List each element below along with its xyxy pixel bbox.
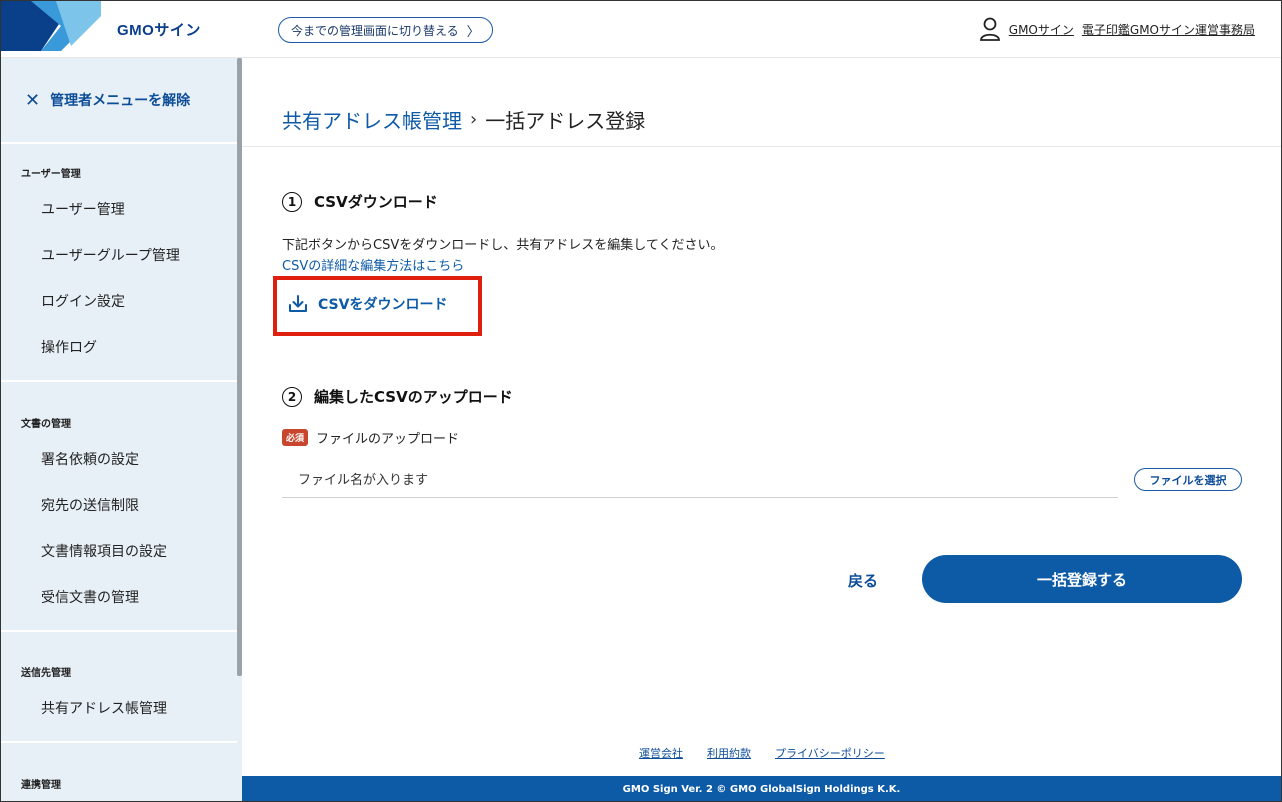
sidebar-section-integration: 連携管理 xyxy=(1,769,237,797)
footer-link-privacy[interactable]: プライバシーポリシー xyxy=(775,745,885,761)
sidebar-section-document: 文書の管理 署名依頼の設定 宛先の送信制限 文書情報項目の設定 受信文書の管理 xyxy=(1,408,237,632)
sidebar-heading: ユーザー管理 xyxy=(21,168,81,180)
close-admin-menu-label: 管理者メニューを解除 xyxy=(50,93,191,109)
sidebar-item-operation-log[interactable]: 操作ログ xyxy=(1,324,237,370)
divider xyxy=(242,146,1281,147)
chevron-right-icon: › xyxy=(470,109,478,130)
gmo-logo-mark xyxy=(1,1,101,51)
breadcrumb: 共有アドレス帳管理 › 一括アドレス登録 xyxy=(282,105,645,134)
step-number-badge: 2 xyxy=(282,386,302,407)
step1-description: 下記ボタンからCSVをダウンロードし、共有アドレスを編集してください。 xyxy=(282,238,724,253)
sidebar-heading: 連携管理 xyxy=(21,779,61,791)
sidebar-item-recipient-restrictions[interactable]: 宛先の送信制限 xyxy=(1,482,237,528)
csv-help-link[interactable]: CSVの詳細な編集方法はこちら xyxy=(282,255,464,274)
step2-title: 2 編集したCSVのアップロード xyxy=(282,386,513,407)
sidebar-section-user: ユーザー管理 ユーザー管理 ユーザーグループ管理 ログイン設定 操作ログ xyxy=(1,158,237,382)
footer-copyright-bar: GMO Sign Ver. 2 © GMO GlobalSign Holding… xyxy=(242,776,1281,801)
app-frame: GMOサイン 今までの管理画面に切り替える 〉 GMOサイン 電子印鑑GMOサイ… xyxy=(0,0,1282,802)
footer-link-company[interactable]: 運営会社 xyxy=(639,745,683,761)
step1-title-text: CSVダウンロード xyxy=(314,193,438,211)
page-title: 一括アドレス登録 xyxy=(485,109,646,133)
back-button[interactable]: 戻る xyxy=(848,570,878,591)
sidebar-heading: 文書の管理 xyxy=(21,418,71,430)
sidebar-item-login-settings[interactable]: ログイン設定 xyxy=(1,278,237,324)
organization-link[interactable]: 電子印鑑GMOサイン運営事務局 xyxy=(1082,21,1255,38)
file-upload-label-row: 必須 ファイルのアップロード xyxy=(282,428,459,447)
copyright-text: GMO Sign Ver. 2 © GMO GlobalSign Holding… xyxy=(622,783,901,795)
file-upload-label: ファイルのアップロード xyxy=(316,432,460,447)
sidebar-item-received-documents[interactable]: 受信文書の管理 xyxy=(1,574,237,620)
download-icon xyxy=(289,295,307,312)
step1-title: 1 CSVダウンロード xyxy=(282,191,438,212)
logo-text[interactable]: GMOサイン xyxy=(117,19,201,40)
required-badge: 必須 xyxy=(282,429,309,446)
user-name-link[interactable]: GMOサイン xyxy=(1009,21,1074,38)
file-name-field[interactable]: ファイル名が入ります xyxy=(282,460,1118,498)
close-icon: ✕ xyxy=(25,89,41,111)
close-admin-menu-button[interactable]: ✕ 管理者メニューを解除 xyxy=(1,58,237,144)
step2-title-text: 編集したCSVのアップロード xyxy=(314,388,513,406)
switch-button-label: 今までの管理画面に切り替える xyxy=(291,23,459,38)
admin-sidebar: ✕ 管理者メニューを解除 ユーザー管理 ユーザー管理 ユーザーグループ管理 ログ… xyxy=(1,58,242,801)
sidebar-item-document-info-settings[interactable]: 文書情報項目の設定 xyxy=(1,528,237,574)
main-content: 共有アドレス帳管理 › 一括アドレス登録 1 CSVダウンロード 下記ボタンから… xyxy=(242,58,1281,776)
footer-link-terms[interactable]: 利用約款 xyxy=(707,745,751,761)
sidebar-section-destination: 送信先管理 共有アドレス帳管理 xyxy=(1,657,237,743)
file-name-placeholder: ファイル名が入ります xyxy=(298,473,429,488)
chevron-right-icon: 〉 xyxy=(466,24,480,40)
user-icon[interactable] xyxy=(979,17,1001,41)
breadcrumb-shared-address-book[interactable]: 共有アドレス帳管理 xyxy=(282,105,462,134)
footer-links: 運営会社 利用約款 プライバシーポリシー xyxy=(639,745,885,761)
bulk-register-button[interactable]: 一括登録する xyxy=(922,555,1242,603)
switch-admin-view-button[interactable]: 今までの管理画面に切り替える 〉 xyxy=(278,17,493,43)
user-menu: GMOサイン 電子印鑑GMOサイン運営事務局 xyxy=(979,17,1255,41)
sidebar-item-shared-address-book[interactable]: 共有アドレス帳管理 xyxy=(1,685,237,731)
sidebar-item-user-group-management[interactable]: ユーザーグループ管理 xyxy=(1,232,237,278)
header: GMOサイン 今までの管理画面に切り替える 〉 GMOサイン 電子印鑑GMOサイ… xyxy=(1,1,1281,58)
csv-download-button[interactable]: CSVをダウンロード xyxy=(288,294,447,314)
sidebar-heading: 送信先管理 xyxy=(21,667,71,679)
csv-download-label: CSVをダウンロード xyxy=(318,297,448,313)
sidebar-item-signature-request-settings[interactable]: 署名依頼の設定 xyxy=(1,436,237,482)
choose-file-button[interactable]: ファイルを選択 xyxy=(1134,468,1242,491)
sidebar-item-user-management[interactable]: ユーザー管理 xyxy=(1,186,237,232)
step-number-badge: 1 xyxy=(282,191,302,212)
